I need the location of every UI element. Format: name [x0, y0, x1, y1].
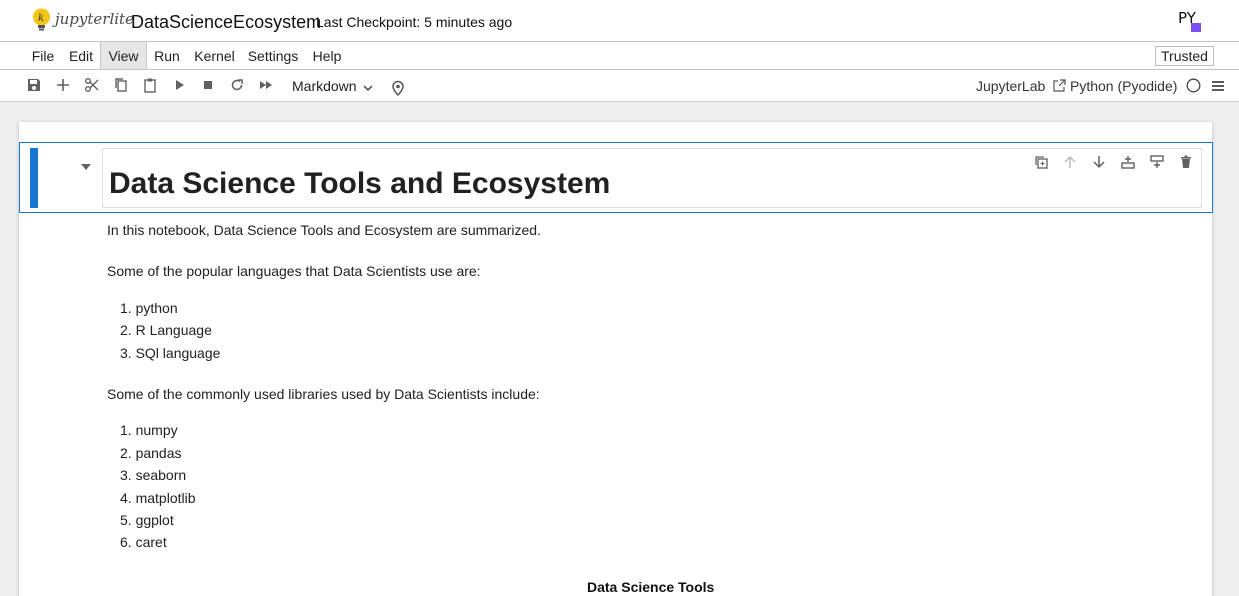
tools-table-heading: Data Science Tools	[587, 579, 715, 595]
run-all-icon[interactable]	[258, 77, 274, 93]
pyodide-logo-icon: PY	[1178, 9, 1201, 32]
copy-icon[interactable]	[113, 77, 129, 93]
paste-icon[interactable]	[142, 77, 158, 93]
menu-edit[interactable]: Edit	[62, 42, 100, 69]
move-up-icon[interactable]	[1062, 154, 1078, 170]
list-item: 3. seaborn	[120, 467, 187, 483]
stop-icon[interactable]	[200, 77, 216, 93]
list-item: 2. R Language	[120, 322, 212, 338]
debug-pin-icon[interactable]	[390, 80, 406, 96]
collapse-caret-icon[interactable]	[80, 163, 92, 171]
restart-icon[interactable]	[229, 77, 245, 93]
list-item: 3. SQl language	[120, 345, 221, 361]
kernel-indicator[interactable]: Python (Pyodide)	[1070, 78, 1225, 94]
list-item: 6. caret	[120, 534, 167, 550]
list-item: 1. python	[120, 300, 178, 316]
list-item: 2. pandas	[120, 445, 182, 461]
menu-bar: File Edit View Run Kernel Settings Help …	[0, 42, 1239, 70]
list-item: 1. numpy	[120, 422, 178, 438]
menu-file[interactable]: File	[24, 42, 62, 69]
trusted-indicator[interactable]: Trusted	[1155, 46, 1214, 66]
top-bar: k jupyterlite DataScienceEcosystem Last …	[0, 0, 1239, 42]
languages-intro: Some of the popular languages that Data …	[107, 263, 481, 279]
cell-type-select[interactable]: Markdown	[292, 78, 357, 94]
jupyterlab-link-label: JupyterLab	[976, 78, 1046, 94]
insert-above-icon[interactable]	[1120, 154, 1136, 170]
menu-settings[interactable]: Settings	[242, 42, 304, 69]
list-item: 4. matplotlib	[120, 490, 196, 506]
save-icon[interactable]	[26, 77, 42, 93]
menu-view[interactable]: View	[100, 42, 147, 69]
menu-icon[interactable]	[1211, 79, 1225, 93]
cell-collapser[interactable]	[30, 148, 38, 208]
notebook-heading: Data Science Tools and Ecosystem	[109, 167, 611, 200]
kernel-status-icon	[1186, 78, 1201, 93]
lightbulb-icon: k	[33, 8, 50, 31]
list-item: 5. ggplot	[120, 512, 174, 528]
logo-wordmark: jupyterlite	[55, 9, 134, 28]
intro-paragraph: In this notebook, Data Science Tools and…	[107, 222, 541, 238]
menu-kernel[interactable]: Kernel	[187, 42, 242, 69]
menu-help[interactable]: Help	[304, 42, 350, 69]
add-cell-icon[interactable]	[55, 77, 71, 93]
notebook-panel: Data Science Tools and Ecosystem In this…	[19, 122, 1213, 596]
move-down-icon[interactable]	[1091, 154, 1107, 170]
checkpoint-status: Last Checkpoint: 5 minutes ago	[316, 14, 513, 30]
notebook-title[interactable]: DataScienceEcosystem	[131, 12, 321, 33]
external-link-icon	[1053, 79, 1066, 92]
svg-text:k: k	[38, 13, 44, 24]
libraries-intro: Some of the commonly used libraries used…	[107, 386, 540, 402]
jupyterlite-logo[interactable]: k jupyterlite	[31, 8, 134, 32]
active-markdown-cell[interactable]: Data Science Tools and Ecosystem	[19, 142, 1213, 213]
menu-run[interactable]: Run	[147, 42, 187, 69]
kernel-name-label: Python (Pyodide)	[1070, 78, 1178, 94]
duplicate-icon[interactable]	[1033, 154, 1049, 170]
chevron-down-icon[interactable]	[362, 82, 374, 94]
run-icon[interactable]	[171, 77, 187, 93]
notebook-toolbar: Markdown JupyterLab Python (Pyodide)	[0, 70, 1239, 102]
delete-icon[interactable]	[1178, 154, 1194, 170]
insert-below-icon[interactable]	[1149, 154, 1165, 170]
jupyterlab-link[interactable]: JupyterLab	[976, 78, 1066, 94]
cut-icon[interactable]	[84, 77, 100, 93]
